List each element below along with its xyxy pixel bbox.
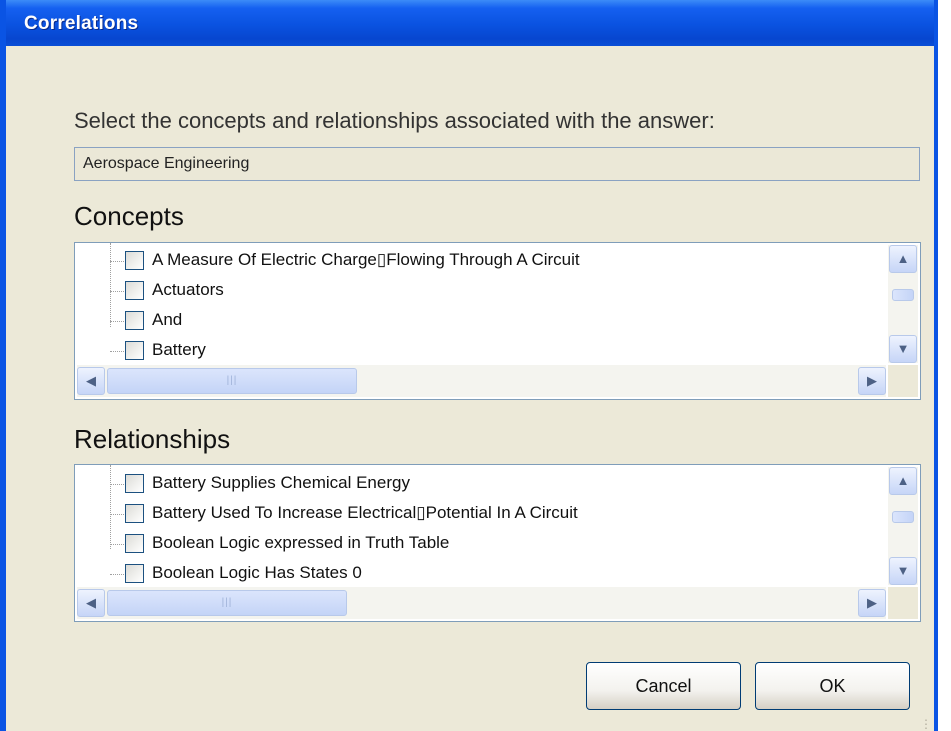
checkbox-icon[interactable] (125, 504, 144, 523)
concepts-rows: A Measure Of Electric Charge▯Flowing Thr… (75, 243, 886, 363)
checkbox-icon[interactable] (125, 281, 144, 300)
checkbox-icon[interactable] (125, 251, 144, 270)
relationship-label: Boolean Logic Has States 0 (152, 563, 362, 582)
concepts-heading: Concepts (74, 201, 184, 231)
correlations-dialog: Correlations Select the concepts and rel… (0, 0, 938, 731)
answer-field: Aerospace Engineering (74, 147, 920, 181)
instruction-text: Select the concepts and relationships as… (74, 108, 715, 133)
scroll-thumb[interactable] (892, 511, 914, 523)
relationship-item[interactable]: Boolean Logic Has States 0 (75, 559, 886, 585)
vertical-scrollbar[interactable]: ▲ ▼ (888, 245, 918, 363)
relationships-list[interactable]: Battery Supplies Chemical Energy Battery… (74, 464, 921, 622)
checkbox-icon[interactable] (125, 341, 144, 360)
concept-item[interactable]: Battery (75, 336, 886, 363)
concept-item[interactable]: And (75, 306, 886, 336)
relationship-label: Battery Used To Increase Electrical▯Pote… (152, 503, 578, 522)
scroll-corner (888, 587, 918, 619)
chevron-left-icon[interactable]: ◀ (77, 367, 105, 395)
tree-connector (110, 574, 124, 575)
relationship-item[interactable]: Battery Supplies Chemical Energy (75, 469, 886, 499)
chevron-left-icon[interactable]: ◀ (77, 589, 105, 617)
relationships-rows: Battery Supplies Chemical Energy Battery… (75, 465, 886, 585)
tree-connector (110, 351, 124, 352)
concept-label: Battery (152, 340, 206, 359)
relationship-label: Battery Supplies Chemical Energy (152, 473, 410, 492)
scroll-thumb[interactable]: ||| (107, 590, 347, 616)
title-bar[interactable]: Correlations (6, 0, 934, 46)
relationship-label: Boolean Logic expressed in Truth Table (152, 533, 450, 552)
chevron-up-icon[interactable]: ▲ (889, 467, 917, 495)
concept-label: And (152, 310, 183, 329)
chevron-down-icon[interactable]: ▼ (889, 557, 917, 585)
chevron-right-icon[interactable]: ▶ (858, 367, 886, 395)
relationships-heading: Relationships (74, 424, 231, 454)
window-title: Correlations (24, 13, 139, 34)
horizontal-scrollbar[interactable]: ◀ ||| ▶ (77, 587, 886, 619)
checkbox-icon[interactable] (125, 311, 144, 330)
concept-label: A Measure Of Electric Charge▯Flowing Thr… (152, 250, 580, 269)
concept-item[interactable]: Actuators (75, 276, 886, 306)
checkbox-icon[interactable] (125, 534, 144, 553)
chevron-down-icon[interactable]: ▼ (889, 335, 917, 363)
resize-grip-icon[interactable]: ⋮ (920, 718, 932, 730)
ok-button[interactable]: OK (755, 662, 910, 710)
concept-item[interactable]: A Measure Of Electric Charge▯Flowing Thr… (75, 246, 886, 276)
horizontal-scrollbar[interactable]: ◀ ||| ▶ (77, 365, 886, 397)
relationship-item[interactable]: Boolean Logic expressed in Truth Table (75, 529, 886, 559)
concept-label: Actuators (152, 280, 224, 299)
tree-connector (110, 261, 124, 262)
cancel-button[interactable]: Cancel (586, 662, 741, 710)
scroll-corner (888, 365, 918, 397)
scroll-thumb[interactable] (892, 289, 914, 301)
tree-connector (110, 544, 124, 545)
tree-connector (110, 291, 124, 292)
concepts-list[interactable]: A Measure Of Electric Charge▯Flowing Thr… (74, 242, 921, 400)
tree-connector (110, 484, 124, 485)
tree-connector (110, 321, 124, 322)
scroll-thumb[interactable]: ||| (107, 368, 357, 394)
checkbox-icon[interactable] (125, 474, 144, 493)
checkbox-icon[interactable] (125, 564, 144, 583)
chevron-right-icon[interactable]: ▶ (858, 589, 886, 617)
relationship-item[interactable]: Battery Used To Increase Electrical▯Pote… (75, 499, 886, 529)
tree-connector (110, 514, 124, 515)
chevron-up-icon[interactable]: ▲ (889, 245, 917, 273)
vertical-scrollbar[interactable]: ▲ ▼ (888, 467, 918, 585)
